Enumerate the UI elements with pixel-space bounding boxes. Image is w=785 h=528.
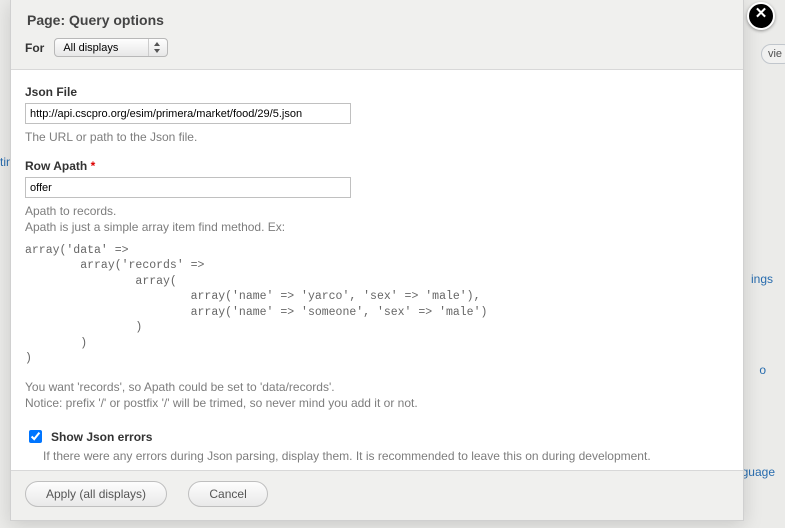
show-errors-field: Show Json errors If there were any error… [25,427,729,463]
row-apath-field: Row Apath * Apath to records. Apath is j… [25,159,729,411]
dialog-title: Page: Query options [27,12,727,28]
cancel-button[interactable]: Cancel [188,481,267,507]
for-select[interactable]: All displays [54,38,168,57]
query-options-dialog: Page: Query options For All displays Jso… [10,0,744,521]
row-apath-desc3: You want 'records', so Apath could be se… [25,379,729,395]
json-file-desc: The URL or path to the Json file. [25,129,729,145]
required-marker: * [91,159,96,173]
for-label: For [25,41,44,55]
dialog-footer: Apply (all displays) Cancel [11,470,743,520]
json-file-field: Json File The URL or path to the Json fi… [25,85,729,145]
row-apath-code-sample: array('data' => array('records' => array… [25,243,729,367]
row-apath-desc4: Notice: prefix '/' or postfix '/' will b… [25,395,729,411]
close-icon[interactable]: ✕ [747,2,775,30]
apply-button[interactable]: Apply (all displays) [25,481,167,507]
show-errors-desc: If there were any errors during Json par… [43,449,729,463]
row-apath-label: Row Apath * [25,159,729,173]
row-apath-desc2: Apath is just a simple array item find m… [25,219,729,235]
json-file-label: Json File [25,85,729,99]
show-errors-checkbox[interactable] [29,430,42,443]
json-file-input[interactable] [25,103,351,124]
row-apath-desc1: Apath to records. [25,203,729,219]
row-apath-input[interactable] [25,177,351,198]
dialog-body: Json File The URL or path to the Json fi… [11,70,743,463]
dialog-header: Page: Query options For All displays [11,0,743,70]
show-errors-label: Show Json errors [51,430,152,444]
